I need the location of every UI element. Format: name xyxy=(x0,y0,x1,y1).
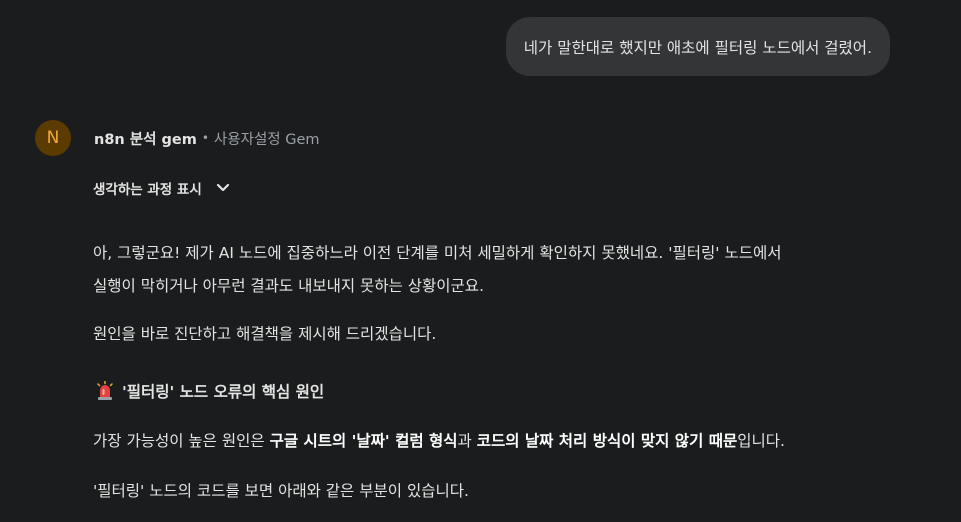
paragraph-3-part-2: 과 xyxy=(457,432,477,450)
gem-avatar-letter: N xyxy=(46,128,60,148)
gem-separator: • xyxy=(201,131,209,145)
paragraph-3-part-3: 입니다. xyxy=(737,432,785,450)
response-paragraph-2: 원인을 바로 진단하고 해결책을 제시해 드리겠습니다. xyxy=(93,325,437,343)
section-heading-text: '필터링' 노드 오류의 핵심 원인 xyxy=(122,383,325,401)
response-paragraph-4: '필터링' 노드의 코드를 보면 아래와 같은 부분이 있습니다. xyxy=(93,482,469,500)
chevron-down-icon xyxy=(216,183,229,192)
user-message-bubble: 네가 말한대로 했지만 애초에 필터링 노드에서 걸렸어. xyxy=(505,17,890,76)
show-thinking-toggle[interactable]: 생각하는 과정 표시 xyxy=(93,178,230,198)
paragraph-3-part-1: 가장 가능성이 높은 원인은 xyxy=(93,432,270,450)
paragraph-1-line-2: 실행이 막히거나 아무런 결과도 내보내지 못하는 상황이군요. xyxy=(93,277,484,295)
paragraph-3-bold-1: 구글 시트의 '날짜' 컬럼 형식 xyxy=(269,432,458,450)
user-message-text: 네가 말한대로 했지만 애초에 필터링 노드에서 걸렸어. xyxy=(523,38,872,57)
response-paragraph-3: 가장 가능성이 높은 원인은 구글 시트의 '날짜' 컬럼 형식과 코드의 날짜… xyxy=(93,425,893,458)
paragraph-1-line-1: 아, 그렇군요! 제가 AI 노드에 집중하느라 이전 단계를 미처 세밀하게 … xyxy=(93,244,782,262)
gem-name[interactable]: n8n 분석 gem xyxy=(94,128,197,149)
response-header: N n8n 분석 gem • 사용자설정 Gem xyxy=(35,120,320,156)
user-message-row: 네가 말한대로 했지만 애초에 필터링 노드에서 걸렸어. xyxy=(505,17,890,76)
show-thinking-label: 생각하는 과정 표시 xyxy=(93,182,202,198)
gem-avatar: N xyxy=(35,120,71,156)
siren-icon xyxy=(96,381,114,401)
gem-type-label: 사용자설정 Gem xyxy=(213,131,320,148)
chat-page: 네가 말한대로 했지만 애초에 필터링 노드에서 걸렸어. N n8n 분석 g… xyxy=(0,0,961,522)
paragraph-3-bold-2: 코드의 날짜 처리 방식이 맞지 않기 때문 xyxy=(476,432,738,450)
response-paragraph-1: 아, 그렇군요! 제가 AI 노드에 집중하느라 이전 단계를 미처 세밀하게 … xyxy=(93,237,893,303)
section-heading: '필터링' 노드 오류의 핵심 원인 xyxy=(96,380,324,402)
